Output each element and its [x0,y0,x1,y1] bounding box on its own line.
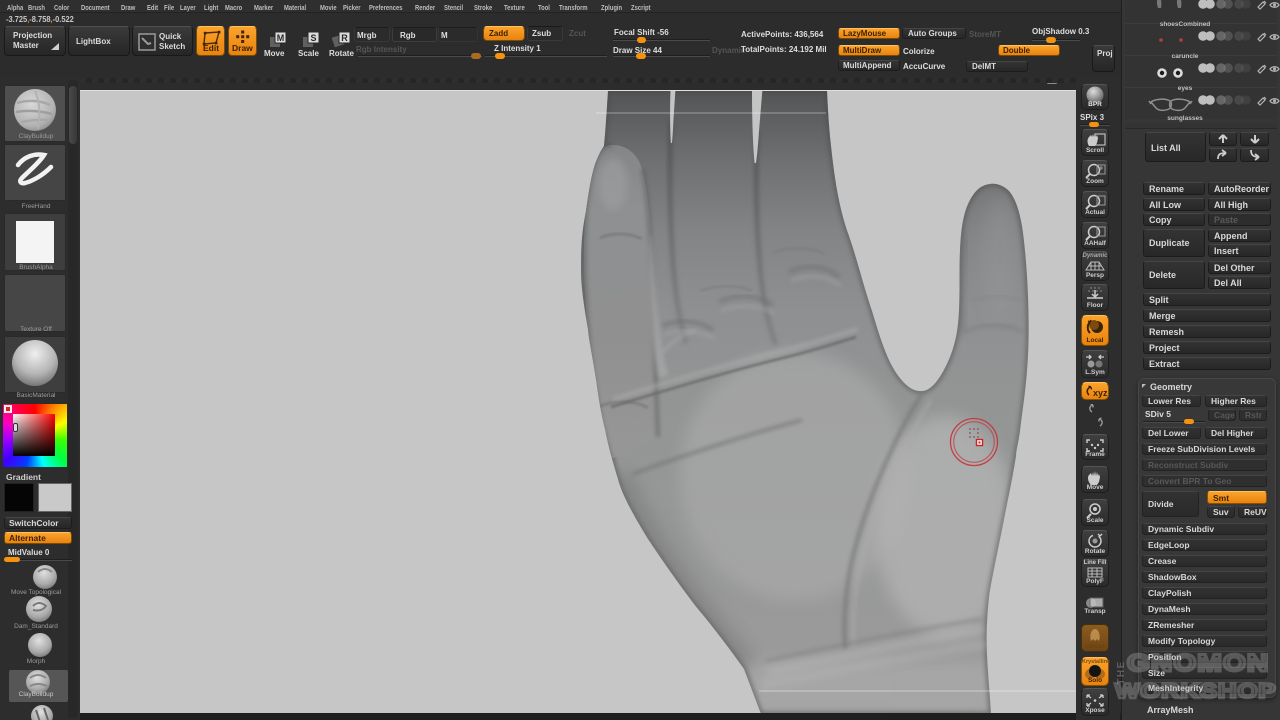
svg-text:M: M [277,33,285,43]
svg-text:xyz: xyz [1093,388,1108,398]
svg-text:R: R [341,33,348,43]
svg-text:S: S [310,33,316,43]
